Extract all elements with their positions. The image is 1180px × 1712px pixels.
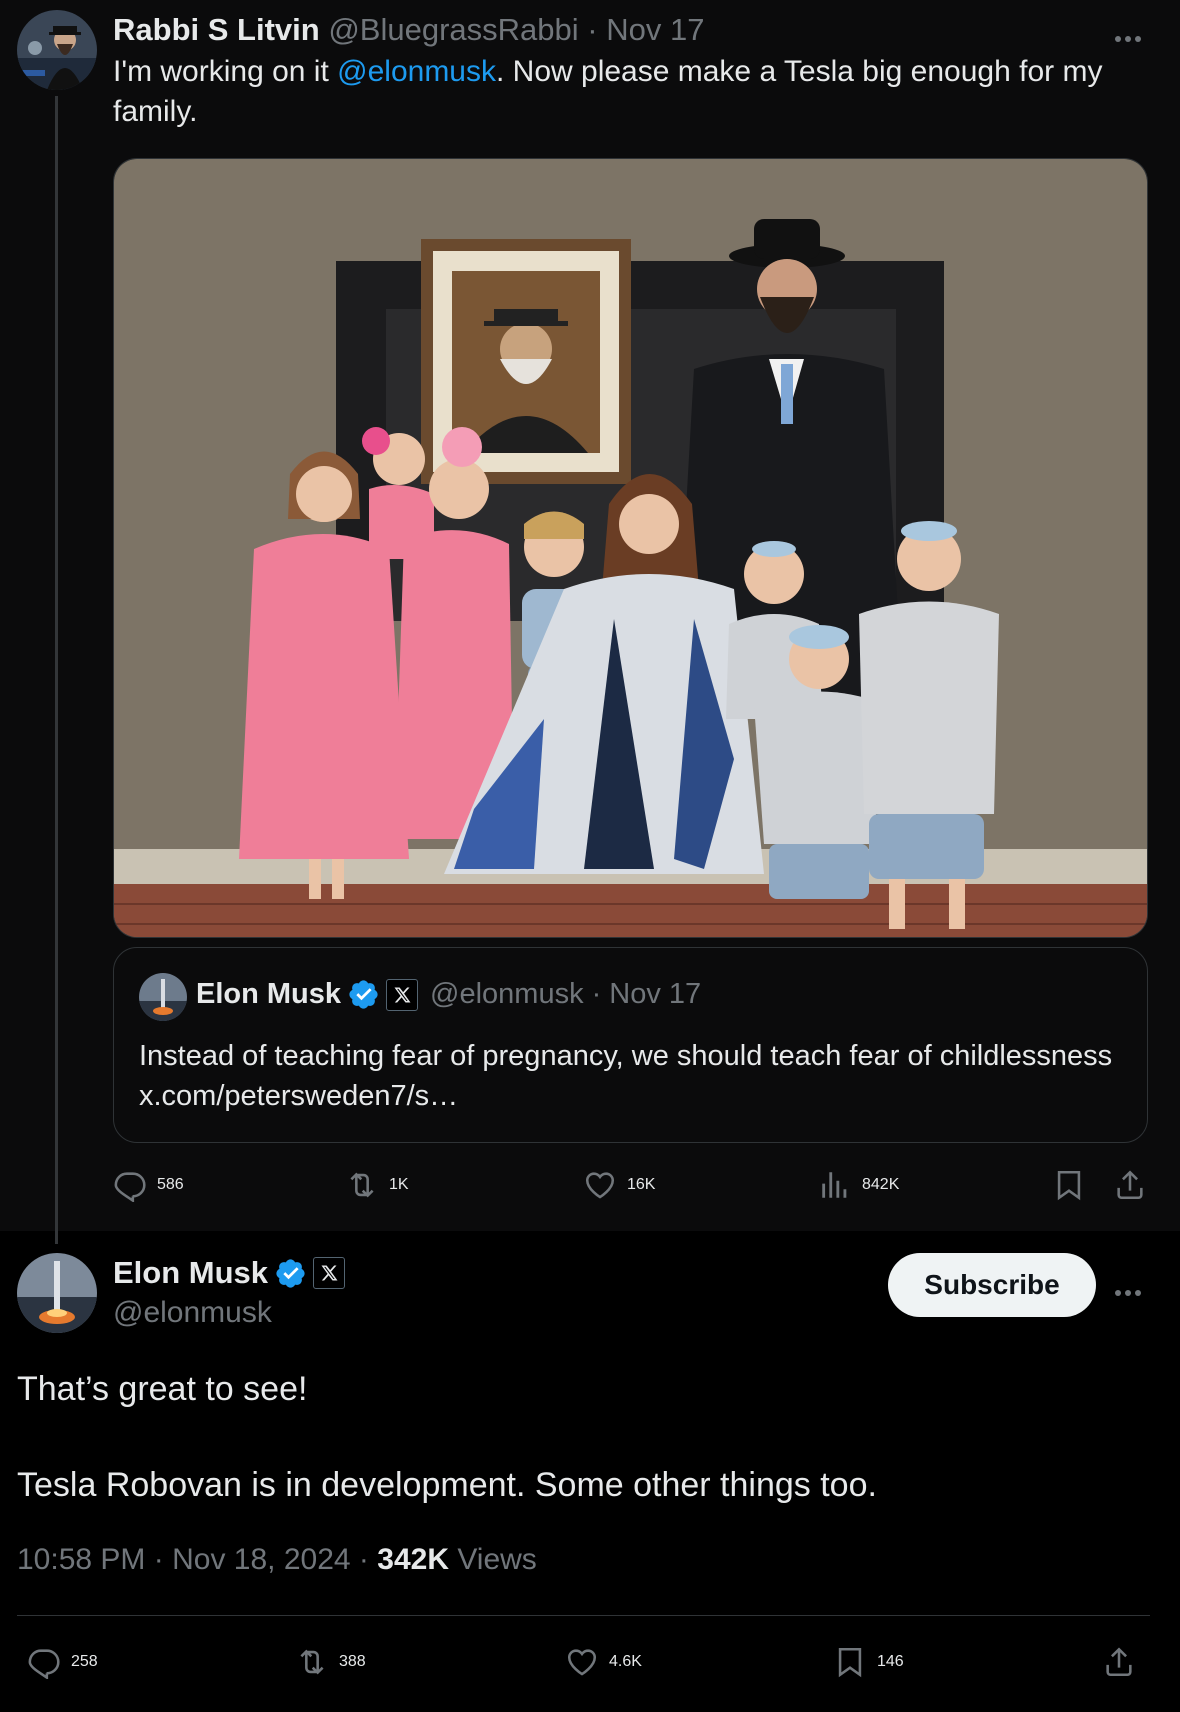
repost-count: 1K [389,1176,409,1193]
bookmark-count: 146 [877,1653,904,1670]
avatar[interactable] [139,973,187,1021]
tweet-date[interactable]: Nov 18, 2024 [172,1543,350,1576]
x-affiliate-icon[interactable] [386,978,419,1011]
tweet-time[interactable]: 10:58 PM [17,1543,145,1576]
avatar[interactable] [17,10,97,90]
repost-count: 388 [339,1653,366,1670]
x-affiliate-icon[interactable] [313,1257,346,1289]
tweet-text-part: I'm working on it [113,55,338,88]
author-handle[interactable]: @elonmusk [430,978,584,1011]
subscribe-button[interactable]: Subscribe [888,1253,1096,1317]
like-button[interactable]: 16K [583,1168,655,1202]
repost-button[interactable]: 388 [295,1645,366,1679]
share-icon [1117,1170,1143,1200]
share-button[interactable] [1102,1645,1136,1679]
tweet-text-line: That’s great to see! [17,1370,308,1408]
like-button[interactable]: 4.6K [565,1645,642,1679]
author-name[interactable]: Rabbi S Litvin [113,12,320,47]
tweet-header: Rabbi S Litvin @BluegrassRabbi · Nov 17 [113,12,704,48]
separator: · [587,12,598,47]
verified-badge-icon [274,1257,307,1290]
like-icon [567,1649,597,1676]
repost-icon [300,1649,324,1675]
bookmark-icon [838,1647,862,1678]
separator: · [358,1543,369,1576]
thread-connector-line [55,96,58,1244]
like-count: 16K [627,1176,656,1193]
parent-tweet[interactable]: Rabbi S Litvin @BluegrassRabbi · Nov 17 … [0,0,1180,1244]
reply-icon [114,1172,146,1202]
tweet-meta: 10:58 PM · Nov 18, 2024 · 342K Views [17,1543,537,1577]
separator: · [153,1543,164,1576]
more-icon[interactable] [1113,18,1143,48]
reply-button[interactable]: 586 [113,1168,184,1202]
quoted-header: Elon Musk @elonmusk · Nov 17 [196,978,701,1011]
share-button[interactable] [1113,1168,1147,1202]
quoted-tweet[interactable]: Elon Musk @elonmusk · Nov 17 Instead of … [113,947,1148,1143]
author-handle[interactable]: @BluegrassRabbi [328,12,578,47]
tweet-photo[interactable] [113,158,1148,938]
author-header: Elon Musk [113,1255,357,1291]
mention-link[interactable]: @elonmusk [337,55,496,88]
avatar[interactable] [17,1253,97,1333]
repost-button[interactable]: 1K [345,1168,409,1202]
tweet-date[interactable]: Nov 17 [606,12,704,47]
tweet-text: I'm working on it @elonmusk. Now please … [113,52,1153,132]
divider [17,1615,1150,1616]
like-icon [585,1172,615,1199]
separator: · [591,978,602,1010]
views-count: 842K [862,1176,900,1193]
tweet-date[interactable]: Nov 17 [609,978,701,1011]
views-count: 342K [377,1543,449,1576]
views-label: Views [457,1543,537,1576]
tweet-text-line: Tesla Robovan is in development. Some ot… [17,1466,877,1504]
like-count: 4.6K [609,1653,642,1670]
author-handle[interactable]: @elonmusk [113,1296,272,1330]
author-name[interactable]: Elon Musk [196,978,341,1011]
verified-badge-icon [347,978,380,1011]
more-icon[interactable] [1113,1272,1143,1302]
bookmark-button[interactable]: 146 [833,1645,904,1679]
reply-icon [28,1649,60,1679]
views-button[interactable]: 842K [818,1168,899,1202]
author-name[interactable]: Elon Musk [113,1255,268,1291]
bookmark-icon [1057,1170,1081,1201]
repost-icon [350,1172,374,1198]
reply-count: 586 [157,1176,184,1193]
bookmark-button[interactable] [1052,1168,1086,1202]
views-icon [822,1172,847,1198]
tweet-text: That’s great to see! Tesla Robovan is in… [17,1365,1157,1557]
quoted-text: Instead of teaching fear of pregnancy, w… [139,1040,1113,1112]
reply-count: 258 [71,1653,98,1670]
reply-button[interactable]: 258 [27,1645,98,1679]
share-icon [1106,1647,1132,1677]
